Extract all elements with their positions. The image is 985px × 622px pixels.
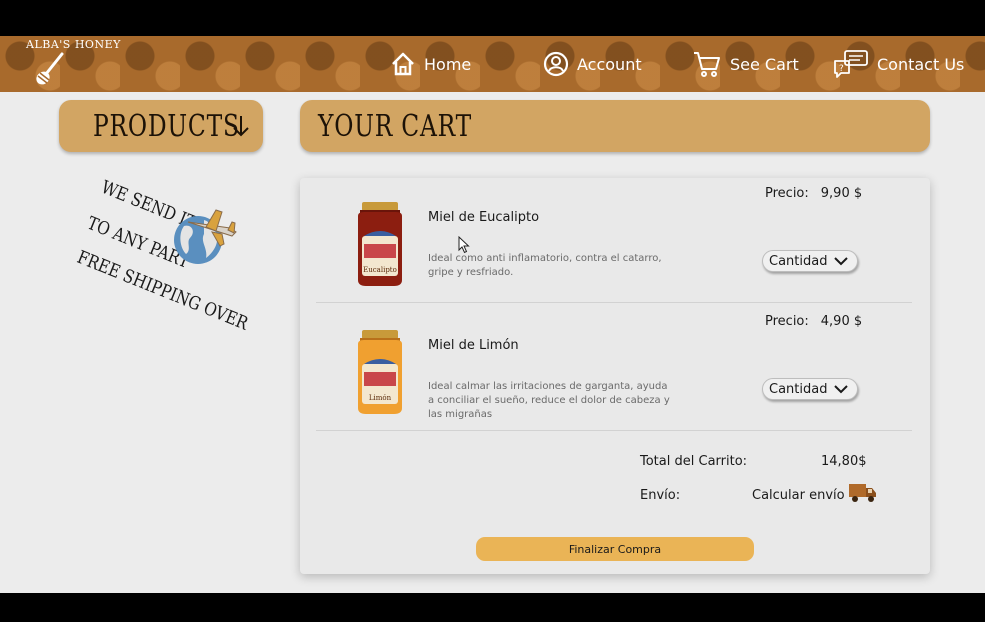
quantity-dropdown[interactable]: Cantidad: [762, 378, 858, 400]
cart-header: YOUR CART: [300, 100, 930, 152]
cart-icon: [694, 52, 720, 77]
svg-text:?: ?: [839, 64, 844, 74]
chevron-down-icon: [834, 385, 849, 394]
cart-item: Eucalipto Miel de Eucalipto Ideal como a…: [300, 178, 930, 303]
top-navbar: ALBA'S HONEY Home Account See Cart ? Con…: [0, 36, 985, 92]
delivery-truck-icon[interactable]: [848, 482, 878, 504]
arrow-down-icon: [233, 116, 249, 137]
limon-jar-image: Limón: [358, 330, 402, 414]
logo-text: ALBA'S HONEY: [26, 38, 121, 51]
eucalipto-jar-image: Eucalipto: [358, 202, 402, 286]
item-name: Miel de Limón: [428, 338, 519, 353]
divider: [316, 302, 912, 303]
jar-label: Eucalipto: [363, 266, 397, 274]
nav-account-label: Account: [577, 54, 642, 74]
total-value: 14,80$: [821, 454, 867, 469]
total-label: Total del Carrito:: [640, 454, 748, 469]
quantity-label: Cantidad: [769, 381, 828, 397]
account-icon: [543, 51, 569, 77]
products-title: PRODUCTS: [93, 109, 240, 144]
cart-item: Limón Miel de Limón Ideal calmar las irr…: [300, 306, 930, 431]
item-price: Precio: 4,90 $: [765, 314, 862, 329]
nav-contact-us[interactable]: ? Contact Us: [833, 46, 964, 82]
shipping-label: Envío:: [640, 488, 681, 503]
checkout-button[interactable]: Finalizar Compra: [476, 537, 754, 561]
nav-home-label: Home: [424, 54, 472, 74]
mouse-cursor-icon: [458, 236, 470, 254]
item-description: Ideal como anti inflamatorio, contra el …: [428, 253, 662, 278]
nav-home[interactable]: Home: [390, 46, 471, 82]
cart-totals: Total del Carrito: 14,80$ Envío: Calcula…: [640, 454, 900, 524]
products-dropdown[interactable]: PRODUCTS: [59, 100, 263, 152]
item-price: Precio: 9,90 $: [765, 186, 862, 201]
shipping-promo: WE SEND IT TO ANY PART FREE SHIPPING OVE…: [68, 172, 251, 335]
globe-plane-icon: [174, 209, 237, 264]
cart-panel: Eucalipto Miel de Eucalipto Ideal como a…: [300, 178, 930, 574]
calculate-shipping-link[interactable]: Calcular envío: [752, 488, 845, 503]
jar-label: Limón: [369, 394, 392, 402]
quantity-label: Cantidad: [769, 253, 828, 269]
nav-see-cart-label: See Cart: [730, 54, 799, 74]
app-viewport: ALBA'S HONEY Home Account See Cart ? Con…: [0, 36, 985, 593]
price-value: 9,90 $: [820, 186, 863, 201]
nav-account[interactable]: Account: [543, 46, 642, 82]
chevron-down-icon: [834, 257, 849, 266]
price-label: Precio:: [765, 186, 809, 201]
price-value: 4,90 $: [820, 314, 863, 329]
nav-see-cart[interactable]: See Cart: [692, 46, 799, 82]
nav-contact-us-label: Contact Us: [877, 54, 965, 74]
item-name: Miel de Eucalipto: [428, 210, 540, 225]
cart-title: YOUR CART: [318, 109, 473, 144]
divider: [316, 430, 912, 431]
home-icon: [392, 52, 414, 76]
quantity-dropdown[interactable]: Cantidad: [762, 250, 858, 272]
price-label: Precio:: [765, 314, 809, 329]
brand-logo[interactable]: ALBA'S HONEY: [22, 38, 120, 90]
contact-icon: ?: [834, 50, 868, 78]
item-description: Ideal calmar las irritaciones de gargant…: [428, 381, 670, 420]
honey-dipper-icon: [36, 52, 64, 85]
